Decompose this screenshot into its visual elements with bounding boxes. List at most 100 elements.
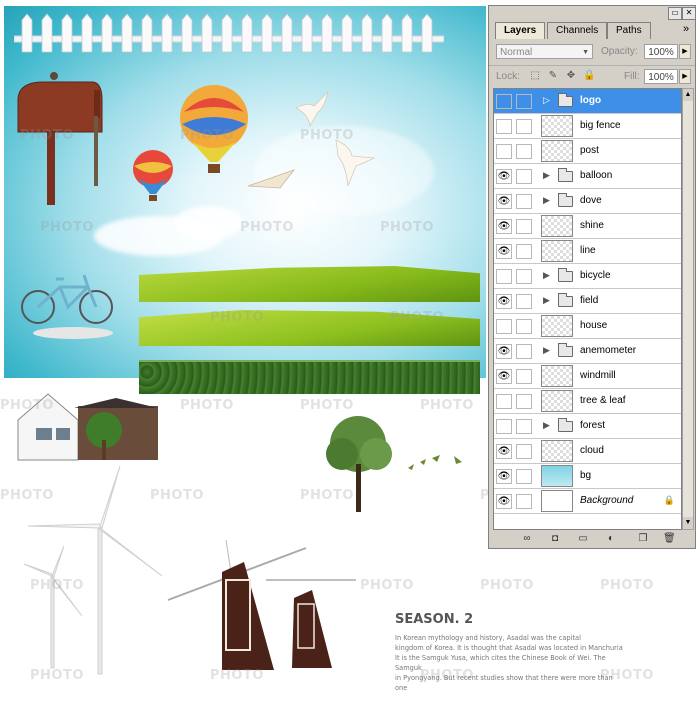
layer-row[interactable]: 👁 ▶ dove — [494, 189, 681, 214]
minimize-icon[interactable]: ▭ — [668, 7, 682, 20]
visibility-toggle[interactable] — [496, 394, 512, 409]
layer-row[interactable]: ▷ logo — [494, 89, 681, 114]
dove-graphic — [295, 90, 329, 128]
layer-thumbnail — [541, 115, 573, 137]
layer-row[interactable]: 👁 cloud — [494, 439, 681, 464]
layer-thumbnail — [541, 140, 573, 162]
link-toggle[interactable] — [516, 319, 532, 334]
palette-menu-icon[interactable]: » — [683, 23, 689, 35]
trash-icon[interactable]: 🗑 — [663, 533, 676, 545]
layer-row[interactable]: 👁 ▶ balloon — [494, 164, 681, 189]
layer-row[interactable]: 👁 ▶ anemometer — [494, 339, 681, 364]
layer-row[interactable]: 👁 bg — [494, 464, 681, 489]
adjustment-layer-icon[interactable]: ◐ — [605, 533, 617, 545]
lock-image-icon[interactable]: ✎ — [547, 70, 559, 82]
tab-channels[interactable]: Channels — [547, 22, 608, 39]
eye-icon[interactable]: 👁 — [496, 469, 512, 484]
lock-all-icon[interactable]: 🔒 — [583, 70, 595, 82]
link-toggle[interactable] — [516, 494, 532, 509]
chevron-down-icon: ▼ — [582, 49, 589, 56]
folder-icon — [558, 268, 573, 282]
layer-row[interactable]: 👁 ▶ field — [494, 289, 681, 314]
expand-arrow-icon[interactable]: ▶ — [543, 270, 550, 281]
expand-arrow-icon[interactable]: ▶ — [543, 420, 550, 431]
link-toggle[interactable] — [516, 119, 532, 134]
scroll-up-icon[interactable]: ▲ — [683, 89, 693, 101]
folder-icon — [558, 93, 573, 107]
visibility-toggle[interactable] — [496, 144, 512, 159]
link-toggle[interactable] — [516, 144, 532, 159]
eye-icon[interactable]: 👁 — [496, 294, 512, 309]
layer-row[interactable]: 👁 windmill — [494, 364, 681, 389]
link-toggle[interactable] — [516, 344, 532, 359]
layer-row[interactable]: post — [494, 139, 681, 164]
eye-icon[interactable]: 👁 — [496, 169, 512, 184]
dove-2-graphic — [335, 139, 376, 187]
eye-icon[interactable]: 👁 — [496, 444, 512, 459]
link-toggle[interactable] — [516, 469, 532, 484]
fill-slider-button[interactable]: ▶ — [679, 69, 691, 84]
visibility-toggle[interactable] — [496, 419, 512, 434]
eye-icon[interactable]: 👁 — [496, 494, 512, 509]
tab-layers[interactable]: Layers — [495, 22, 546, 39]
watermark: PHOTO — [480, 578, 534, 593]
layer-row[interactable]: ▶ bicycle — [494, 264, 681, 289]
eye-icon[interactable]: 👁 — [496, 219, 512, 234]
link-toggle[interactable] — [516, 169, 532, 184]
expand-arrow-icon[interactable]: ▶ — [543, 345, 550, 356]
layer-row[interactable]: 👁 Background 🔒 — [494, 489, 681, 514]
expand-arrow-icon[interactable]: ▷ — [543, 95, 550, 106]
visibility-toggle[interactable] — [496, 94, 512, 109]
eye-icon[interactable]: 👁 — [496, 369, 512, 384]
opacity-field[interactable]: 100% — [644, 44, 678, 59]
new-layer-icon[interactable]: ❐ — [637, 533, 649, 545]
visibility-toggle[interactable] — [496, 119, 512, 134]
link-toggle[interactable] — [516, 394, 532, 409]
fill-field[interactable]: 100% — [644, 69, 678, 84]
layers-scrollbar[interactable]: ▲ ▼ — [682, 88, 694, 530]
watermark: PHOTO — [150, 488, 204, 503]
eye-icon[interactable]: 👁 — [496, 344, 512, 359]
watermark: PHOTO — [420, 398, 474, 413]
layer-row[interactable]: big fence — [494, 114, 681, 139]
visibility-toggle[interactable] — [496, 319, 512, 334]
link-layers-icon[interactable]: ∞ — [521, 533, 533, 545]
blend-mode-select[interactable]: Normal ▼ — [496, 44, 593, 59]
close-icon[interactable]: ✕ — [682, 7, 696, 20]
layer-row[interactable]: ▶ forest — [494, 414, 681, 439]
link-toggle[interactable] — [516, 194, 532, 209]
expand-arrow-icon[interactable]: ▶ — [543, 170, 550, 181]
link-toggle[interactable] — [516, 219, 532, 234]
tab-paths[interactable]: Paths — [607, 22, 651, 39]
layer-row[interactable]: house — [494, 314, 681, 339]
new-group-icon[interactable]: ▭ — [577, 533, 589, 545]
layer-row[interactable]: tree & leaf — [494, 389, 681, 414]
lock-position-icon[interactable]: ✥ — [565, 70, 577, 82]
season-line: kingdom of Korea. It is thought that Asa… — [395, 644, 623, 652]
add-mask-icon[interactable]: ◘ — [549, 533, 561, 545]
visibility-toggle[interactable] — [496, 269, 512, 284]
watermark: PHOTO — [180, 398, 234, 413]
link-toggle[interactable] — [516, 269, 532, 284]
opacity-slider-button[interactable]: ▶ — [679, 44, 691, 59]
lock-transparency-icon[interactable]: ⬚ — [529, 70, 541, 82]
layer-name: house — [580, 320, 608, 331]
link-toggle[interactable] — [516, 94, 532, 109]
link-toggle[interactable] — [516, 294, 532, 309]
watermark: PHOTO — [40, 220, 94, 235]
scroll-down-icon[interactable]: ▼ — [683, 517, 693, 529]
link-toggle[interactable] — [516, 419, 532, 434]
link-toggle[interactable] — [516, 369, 532, 384]
layer-row[interactable]: 👁 line — [494, 239, 681, 264]
link-toggle[interactable] — [516, 444, 532, 459]
expand-arrow-icon[interactable]: ▶ — [543, 295, 550, 306]
expand-arrow-icon[interactable]: ▶ — [543, 195, 550, 206]
layer-name: line — [580, 245, 596, 256]
eye-icon[interactable]: 👁 — [496, 244, 512, 259]
layer-thumbnail — [541, 240, 573, 262]
layers-list: ▷ logo big fence post 👁 ▶ balloon 👁 ▶ dove 👁 s… — [493, 88, 682, 530]
eye-icon[interactable]: 👁 — [496, 194, 512, 209]
layer-row[interactable]: 👁 shine — [494, 214, 681, 239]
link-toggle[interactable] — [516, 244, 532, 259]
layers-palette: ▭ ✕ Layers Channels Paths » Normal ▼ Opa… — [488, 5, 696, 549]
